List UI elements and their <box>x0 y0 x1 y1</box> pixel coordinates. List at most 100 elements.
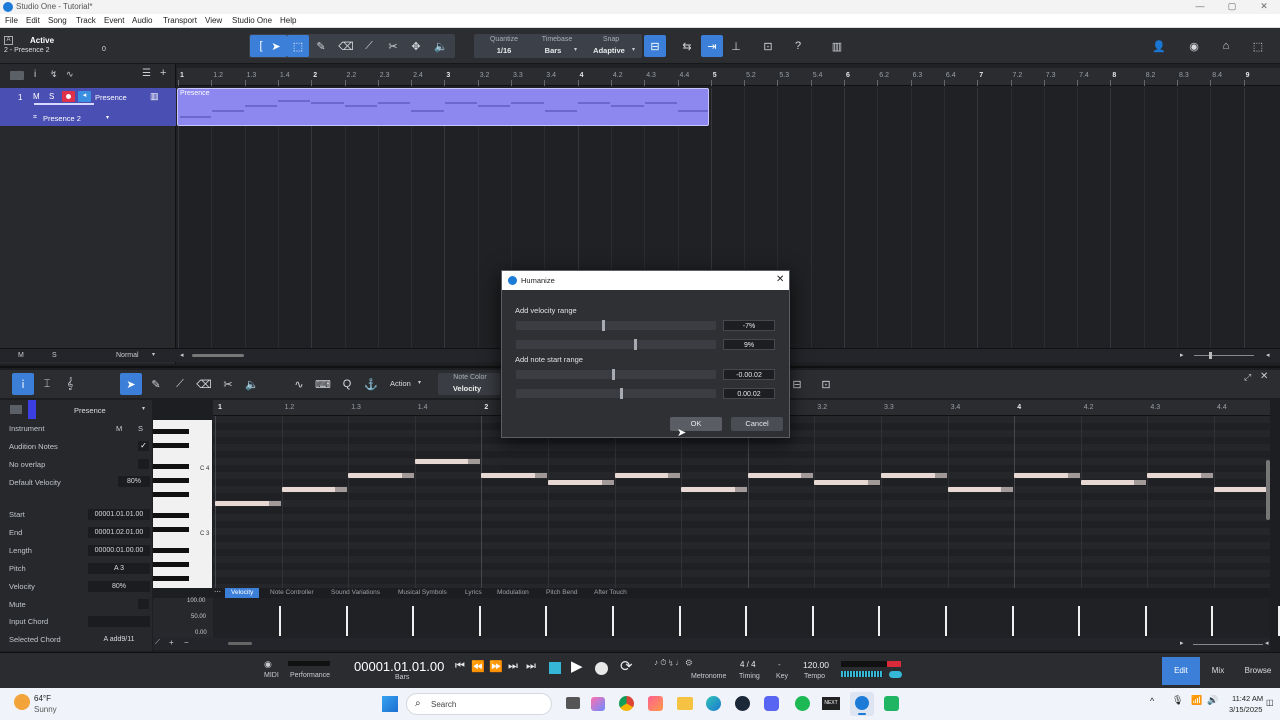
editor-pencil-tool[interactable]: ✎ <box>145 373 167 395</box>
automation-icon[interactable]: A <box>4 36 13 45</box>
eraser-tool-button[interactable]: ⌫ <box>335 35 357 57</box>
grid-view-button[interactable]: ▥ <box>826 35 848 57</box>
midi-note[interactable] <box>1214 487 1270 492</box>
midi-note[interactable] <box>481 473 547 478</box>
return-to-zero-button[interactable]: ⏮ <box>455 660 465 673</box>
tab-musical-symbols[interactable]: Musical Symbols <box>398 589 447 596</box>
play-button[interactable]: ▶ <box>571 657 583 675</box>
discord-icon[interactable] <box>764 696 779 711</box>
zoom-fit-button[interactable]: ⊡ <box>757 35 779 57</box>
velocity-bar[interactable] <box>945 606 947 636</box>
velocity-bar[interactable] <box>811 606 814 636</box>
help-button[interactable]: ? <box>787 35 809 57</box>
legato-icon[interactable]: ⚓ <box>360 373 382 395</box>
length-field[interactable]: 00000.01.00.00 <box>88 545 150 556</box>
track-list-icon[interactable] <box>10 71 24 80</box>
listen-tool-button[interactable]: 🔈 <box>430 35 452 57</box>
clock-time[interactable]: 11:42 AM <box>1232 694 1263 703</box>
slider-thumb[interactable] <box>602 320 605 331</box>
slider-thumb[interactable] <box>620 388 623 399</box>
add-track-button[interactable]: + <box>160 67 166 79</box>
auto-scroll-button[interactable]: ⇆ <box>676 35 698 57</box>
keyboard-icon[interactable]: ⌨ <box>312 373 334 395</box>
chevron-down-icon[interactable]: ▾ <box>142 405 145 412</box>
velocity-max-slider[interactable] <box>516 339 716 350</box>
piano-black-key[interactable] <box>153 576 189 581</box>
editor-eraser-tool[interactable]: ⌫ <box>193 373 215 395</box>
piano-black-key[interactable] <box>153 548 189 553</box>
tab-lyrics[interactable]: Lyrics <box>465 589 482 596</box>
services-icon[interactable]: ◉ <box>1183 35 1205 57</box>
chevron-down-icon[interactable]: ▾ <box>418 379 421 386</box>
input-chord-field[interactable] <box>88 616 150 627</box>
velocity-bar[interactable] <box>878 606 881 636</box>
maximize-button[interactable]: ▢ <box>1216 0 1248 14</box>
start-max-field[interactable]: 0.00.02 <box>723 388 775 399</box>
velocity-bar[interactable] <box>279 606 281 636</box>
close-editor-icon[interactable]: ✕ <box>1260 371 1268 382</box>
start-field[interactable]: 00001.01.01.00 <box>88 509 150 520</box>
note-color-value[interactable]: Velocity <box>442 384 492 393</box>
remove-lane-button[interactable]: − <box>184 638 189 647</box>
scroll-left-icon[interactable]: ◂ <box>180 351 184 359</box>
chrome-icon[interactable] <box>619 696 634 711</box>
curve-icon[interactable]: ∿ <box>66 69 74 80</box>
lane-menu-icon[interactable]: ⋯ <box>214 588 221 596</box>
wifi-icon[interactable]: 📶 <box>1191 695 1202 706</box>
midi-clip-presence[interactable]: Presence <box>177 88 709 126</box>
fast-forward-button[interactable]: ⏩ <box>489 660 503 673</box>
editor-hscrollbar[interactable] <box>228 642 252 645</box>
tab-velocity[interactable]: Velocity <box>225 588 260 598</box>
velocity-bar[interactable] <box>412 606 415 636</box>
copilot-icon[interactable] <box>591 697 605 711</box>
velocity-bar[interactable] <box>1211 606 1214 636</box>
minimize-button[interactable]: — <box>1184 0 1216 14</box>
global-solo-button[interactable]: S <box>52 352 57 359</box>
velocity-bar[interactable] <box>612 606 614 636</box>
stop-button[interactable] <box>549 662 561 674</box>
key-value[interactable]: - <box>778 660 781 669</box>
midi-note[interactable] <box>1080 480 1147 485</box>
editor-zoom-out-icon[interactable]: ▸ <box>1180 639 1184 647</box>
arrange-ruler[interactable]: 1 1.2 1.3 1.4 2 2.2 2.3 2.4 3 3.2 3.3 3.4 4 4.2 4.3 4.4… <box>177 68 1280 86</box>
velocity-bar[interactable] <box>478 606 481 636</box>
track-mode-select[interactable]: Normal <box>116 352 139 359</box>
close-window-button[interactable]: ✕ <box>1248 0 1280 14</box>
chevron-down-icon[interactable]: ▾ <box>106 114 109 121</box>
inspector-mute-button[interactable]: M <box>116 424 122 433</box>
zoom-slider-thumb[interactable] <box>1209 352 1212 359</box>
editor-mute-tool[interactable]: ✂ <box>217 373 239 395</box>
midi-note[interactable] <box>414 459 481 464</box>
inspector-icon[interactable]: i <box>34 69 36 80</box>
midi-note[interactable] <box>348 473 414 478</box>
midi-note[interactable] <box>548 480 614 485</box>
inspector-solo-button[interactable]: S <box>138 424 143 433</box>
pencil-tool-button[interactable]: ✎ <box>310 35 332 57</box>
cancel-button[interactable]: Cancel <box>731 417 783 431</box>
velocity-bar[interactable] <box>1078 606 1081 636</box>
midi-note[interactable] <box>881 473 947 478</box>
midi-note[interactable] <box>814 480 880 485</box>
quantize-q-icon[interactable]: Q <box>336 373 358 395</box>
menu-edit[interactable]: Edit <box>26 16 40 25</box>
zoom-slider[interactable] <box>1194 355 1254 356</box>
menu-studio-one[interactable]: Studio One <box>232 16 272 25</box>
transform-icon[interactable]: ∿ <box>288 373 310 395</box>
menu-file[interactable]: File <box>5 16 18 25</box>
piano-black-key[interactable] <box>153 464 189 469</box>
piano-black-key[interactable] <box>153 443 189 448</box>
piano-black-key[interactable] <box>153 478 189 483</box>
zoom-out-icon[interactable]: ▸ <box>1180 351 1184 359</box>
piano-black-key[interactable] <box>153 429 189 434</box>
zoom-in-icon[interactable]: ◂ <box>1266 351 1270 359</box>
midi-note[interactable] <box>947 487 1014 492</box>
quantize-value[interactable]: 1/16 <box>484 46 524 55</box>
follow-button[interactable]: ⇥ <box>701 35 723 57</box>
midi-note[interactable] <box>614 473 681 478</box>
split-tool-button[interactable]: ✥ <box>405 35 427 57</box>
start-min-field[interactable]: -0.00.02 <box>723 369 775 380</box>
editor-zoom-fit-icon[interactable]: ⊡ <box>815 373 837 395</box>
spotify-icon[interactable] <box>795 696 810 711</box>
editor-track-name[interactable]: Presence <box>74 406 106 415</box>
velocity-field[interactable]: 80% <box>88 581 150 592</box>
